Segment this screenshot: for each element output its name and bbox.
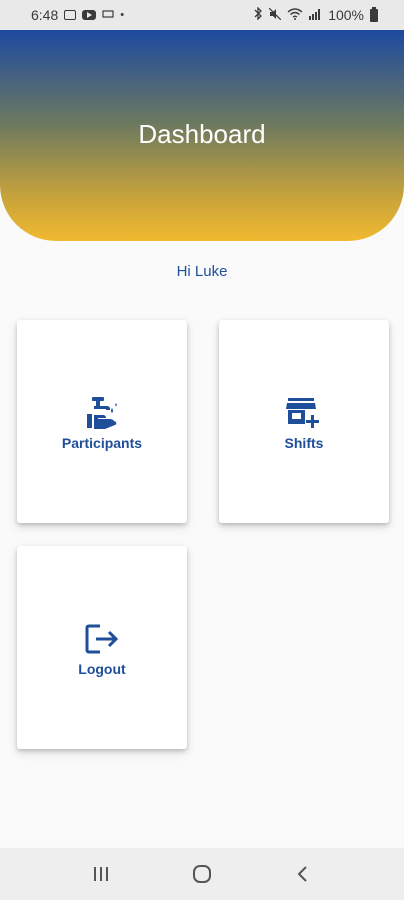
battery-icon — [370, 6, 378, 22]
greeting-text: Hi Luke — [176, 263, 228, 280]
signal-icon — [309, 8, 322, 23]
image-icon — [64, 10, 77, 20]
shifts-label: Shifts — [284, 434, 324, 451]
status-bar: 6:48 • 100% — [0, 0, 404, 30]
status-right: 100% — [253, 6, 378, 23]
page-title: Dashboard — [138, 119, 266, 149]
hand-wash-icon — [82, 393, 122, 433]
home-icon[interactable] — [182, 854, 222, 894]
notification-dot: • — [120, 8, 125, 21]
logout-icon — [82, 619, 122, 659]
back-icon[interactable] — [283, 854, 323, 894]
bluetooth-icon — [253, 6, 263, 23]
battery-text: 100% — [328, 7, 364, 23]
app-screen: 6:48 • 100% Dashboard Hi Luke Participan… — [0, 0, 404, 900]
participants-card[interactable]: Participants — [17, 320, 187, 523]
mute-icon — [268, 7, 282, 23]
message-icon — [102, 9, 114, 22]
status-time: 6:48 — [31, 7, 59, 23]
participants-label: Participants — [61, 434, 143, 451]
shifts-card[interactable]: Shifts — [219, 320, 389, 523]
recent-apps-icon[interactable] — [81, 854, 121, 894]
header-banner: Dashboard — [0, 30, 404, 241]
store-add-icon — [284, 393, 324, 433]
logout-card[interactable]: Logout — [17, 546, 187, 749]
youtube-icon — [82, 10, 97, 20]
system-nav-bar — [0, 848, 404, 900]
status-left: 6:48 • — [31, 7, 124, 23]
logout-label: Logout — [78, 660, 126, 677]
wifi-icon — [287, 7, 303, 23]
